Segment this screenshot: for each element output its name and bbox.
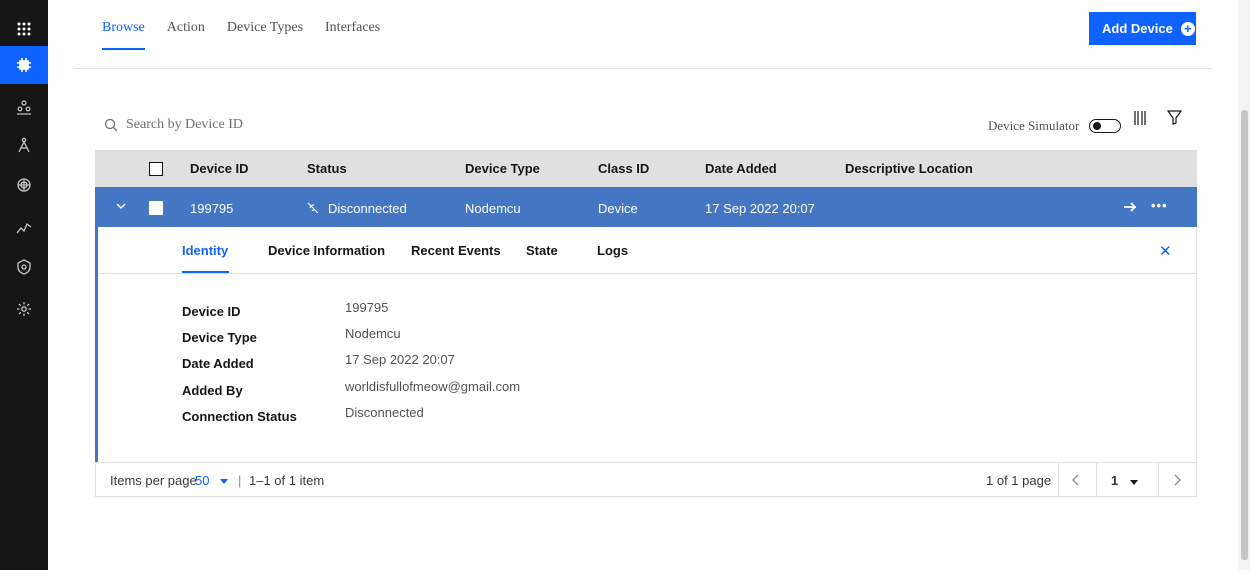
search-placeholder: Search by Device ID: [126, 117, 244, 132]
cell-class-id: Device: [598, 201, 638, 216]
columns-icon[interactable]: [1133, 110, 1147, 131]
device-simulator: Device Simulator: [988, 118, 1122, 134]
search-input[interactable]: Search by Device ID: [104, 117, 243, 133]
field-label: Connection Status: [182, 409, 297, 424]
pages-text: 1 of 1 page: [986, 473, 1052, 488]
arrow-right-icon[interactable]: [1123, 200, 1137, 219]
members-icon[interactable]: [0, 88, 48, 126]
col-descriptive-location[interactable]: Descriptive Location: [845, 161, 973, 176]
tab-device-types[interactable]: Device Types: [227, 20, 303, 50]
field-value: 17 Sep 2022 20:07: [345, 352, 455, 367]
field-label: Device ID: [182, 304, 241, 319]
search-icon: [104, 118, 118, 132]
add-circle-icon: +: [1180, 21, 1195, 36]
top-tabs: Browse Action Device Types Interfaces: [102, 20, 402, 50]
items-per-page-label: Items per page: [110, 473, 197, 488]
security-icon[interactable]: [0, 248, 48, 286]
overflow-menu-icon[interactable]: •••: [1151, 198, 1168, 213]
col-date-added[interactable]: Date Added: [705, 161, 777, 176]
cell-date-added: 17 Sep 2022 20:07: [705, 201, 815, 216]
tab-action[interactable]: Action: [167, 20, 205, 50]
field-value: Nodemcu: [345, 326, 401, 341]
settings-icon[interactable]: [0, 290, 48, 328]
chip-icon[interactable]: [0, 46, 48, 84]
chevron-left-icon[interactable]: [1071, 474, 1081, 489]
page-scrollbar[interactable]: [1238, 0, 1250, 570]
current-page-select[interactable]: 1: [1111, 473, 1118, 488]
device-detail-panel: Identity Device Information Recent Event…: [95, 227, 1197, 463]
divider: [1096, 463, 1097, 496]
tab-interfaces[interactable]: Interfaces: [325, 20, 380, 50]
field-label: Added By: [182, 383, 243, 398]
tab-identity[interactable]: Identity: [182, 243, 228, 258]
field-value: 199795: [345, 300, 389, 315]
cell-device-type: Nodemcu: [465, 201, 521, 216]
table-header: Device ID Status Device Type Class ID Da…: [95, 150, 1197, 187]
col-device-id[interactable]: Device ID: [190, 161, 249, 176]
field-value: Disconnected: [345, 405, 424, 420]
select-all-checkbox[interactable]: [149, 162, 163, 176]
rules-icon[interactable]: [0, 126, 48, 164]
chevron-down-icon[interactable]: [219, 474, 229, 489]
close-icon[interactable]: ✕: [1159, 242, 1172, 260]
usage-chart-icon[interactable]: [0, 208, 48, 246]
left-nav-rail: [0, 0, 48, 570]
tab-logs[interactable]: Logs: [597, 243, 628, 258]
scrollbar-thumb[interactable]: [1241, 110, 1248, 560]
field-label: Date Added: [182, 356, 254, 371]
items-range: 1–1 of 1 item: [249, 473, 325, 488]
cell-status: Disconnected: [328, 201, 407, 216]
col-class-id[interactable]: Class ID: [598, 161, 649, 176]
row-checkbox[interactable]: [149, 201, 163, 215]
header-divider: [74, 68, 1212, 69]
chevron-right-icon[interactable]: [1172, 474, 1182, 489]
panel-divider: [98, 273, 1197, 274]
chevron-down-icon[interactable]: [115, 199, 127, 217]
device-simulator-toggle[interactable]: [1089, 119, 1122, 133]
add-device-button[interactable]: Add Device +: [1089, 12, 1196, 45]
filter-icon[interactable]: [1166, 110, 1183, 130]
analytics-icon[interactable]: [0, 166, 48, 204]
divider-bar: |: [238, 473, 242, 488]
add-device-label: Add Device: [1102, 21, 1173, 36]
divider: [1058, 463, 1059, 496]
pagination-bar: Items per page 50 | 1–1 of 1 item 1 of 1…: [95, 462, 1197, 497]
col-status[interactable]: Status: [307, 161, 347, 176]
device-simulator-label: Device Simulator: [988, 118, 1080, 133]
tab-browse[interactable]: Browse: [102, 20, 145, 50]
table-row[interactable]: 199795 Disconnected Nodemcu Device 17 Se…: [95, 187, 1197, 227]
app-switcher-icon[interactable]: [0, 10, 48, 48]
tab-recent-events[interactable]: Recent Events: [411, 243, 501, 258]
divider: [1158, 463, 1159, 496]
tab-device-information[interactable]: Device Information: [268, 243, 385, 258]
cell-device-id: 199795: [190, 201, 234, 216]
chevron-down-icon[interactable]: [1129, 475, 1139, 490]
disconnected-icon: [307, 201, 319, 219]
tab-state[interactable]: State: [526, 243, 558, 258]
field-value: worldisfullofmeow@gmail.com: [345, 379, 521, 394]
field-label: Device Type: [182, 330, 257, 345]
col-device-type[interactable]: Device Type: [465, 161, 540, 176]
items-per-page-select[interactable]: 50: [195, 473, 209, 488]
